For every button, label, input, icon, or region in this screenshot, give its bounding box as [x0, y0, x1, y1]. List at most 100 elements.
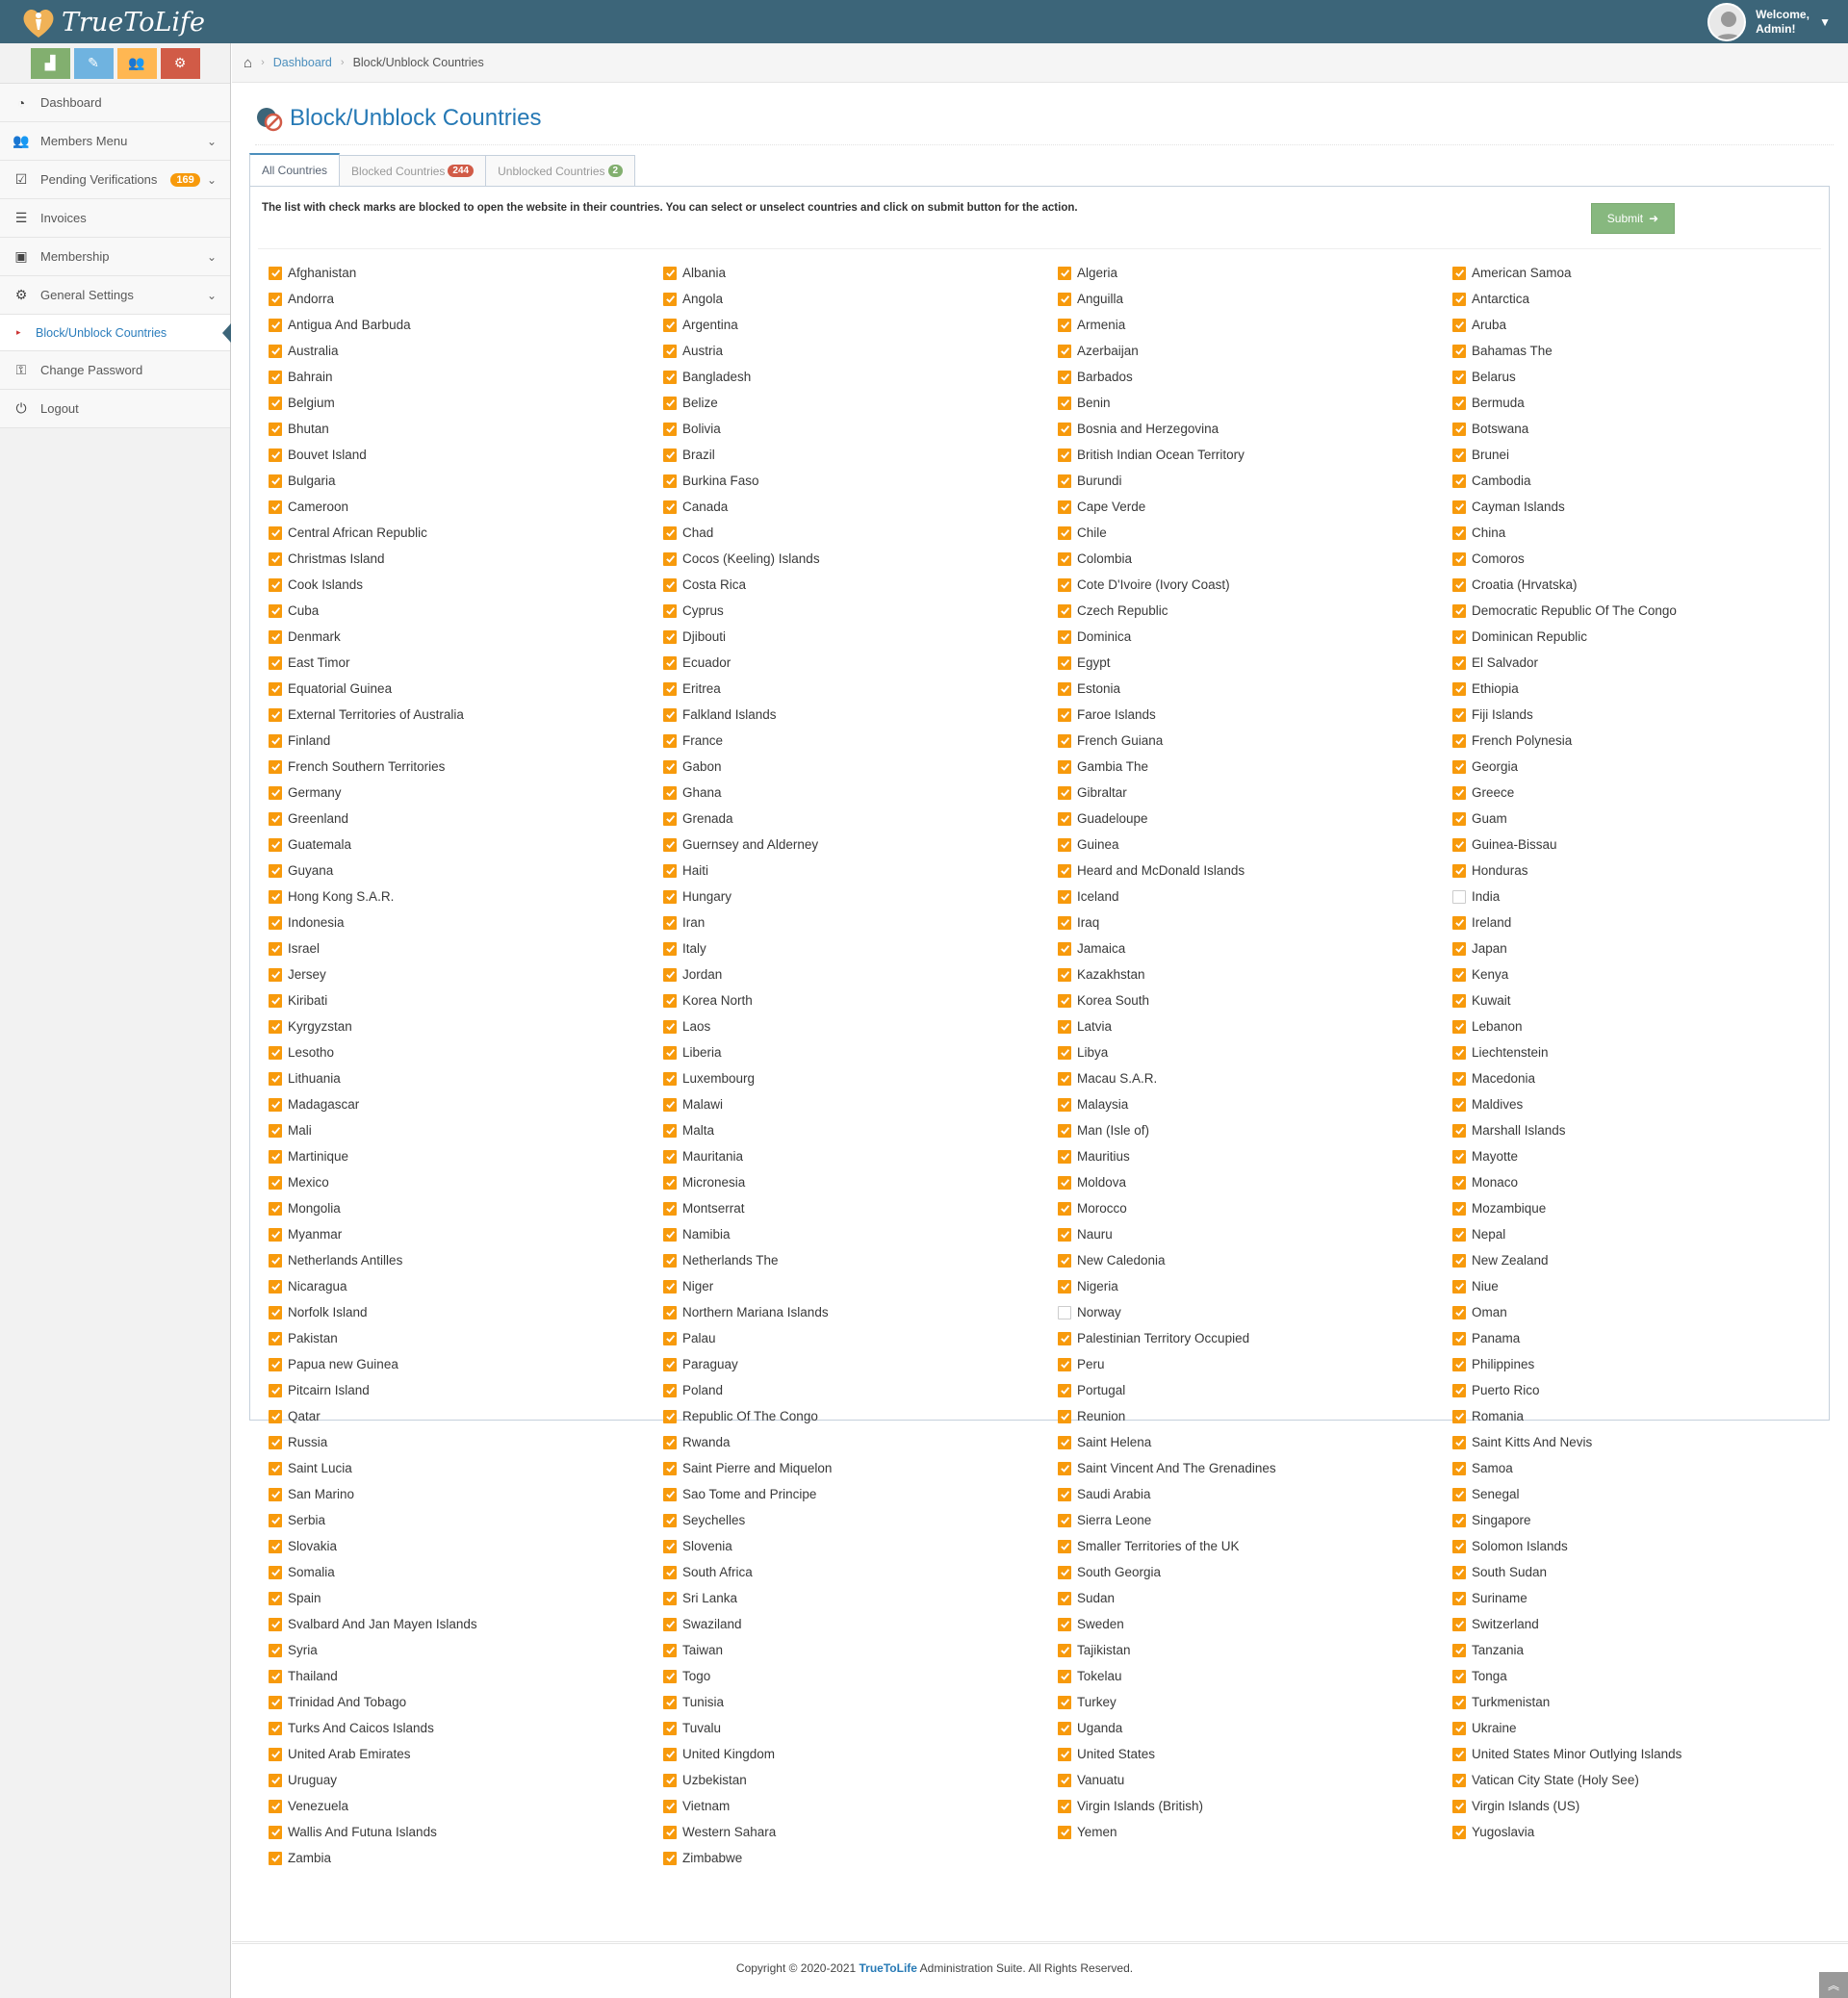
checked-checkbox-icon[interactable]: [1452, 1045, 1466, 1060]
country-checkbox-item[interactable]: Equatorial Guinea: [269, 676, 392, 702]
checked-checkbox-icon[interactable]: [269, 1695, 282, 1709]
country-checkbox-item[interactable]: French Guiana: [1058, 728, 1163, 754]
checked-checkbox-icon[interactable]: [663, 1773, 677, 1787]
country-checkbox-item[interactable]: Gabon: [663, 754, 722, 780]
country-checkbox-item[interactable]: Afghanistan: [269, 260, 356, 286]
checked-checkbox-icon[interactable]: [269, 1175, 282, 1190]
checked-checkbox-icon[interactable]: [1058, 1773, 1071, 1787]
country-checkbox-item[interactable]: Morocco: [1058, 1195, 1127, 1221]
checked-checkbox-icon[interactable]: [663, 1643, 677, 1657]
country-checkbox-item[interactable]: Reunion: [1058, 1403, 1125, 1429]
checked-checkbox-icon[interactable]: [663, 811, 677, 826]
country-checkbox-item[interactable]: Costa Rica: [663, 572, 746, 598]
checked-checkbox-icon[interactable]: [1058, 422, 1071, 436]
checked-checkbox-icon[interactable]: [1058, 629, 1071, 644]
country-checkbox-item[interactable]: United Arab Emirates: [269, 1741, 411, 1767]
country-checkbox-item[interactable]: Indonesia: [269, 909, 345, 935]
country-checkbox-item[interactable]: Greenland: [269, 806, 348, 832]
country-checkbox-item[interactable]: Smaller Territories of the UK: [1058, 1533, 1240, 1559]
checked-checkbox-icon[interactable]: [1452, 1591, 1466, 1605]
country-checkbox-item[interactable]: Lithuania: [269, 1065, 341, 1091]
checked-checkbox-icon[interactable]: [1058, 1747, 1071, 1761]
country-checkbox-item[interactable]: Cameroon: [269, 494, 348, 520]
sidebar-item-dashboard[interactable]: ◔ Dashboard: [0, 84, 230, 122]
sidebar-item-logout[interactable]: ⏻ Logout: [0, 390, 230, 428]
country-checkbox-item[interactable]: Papua new Guinea: [269, 1351, 398, 1377]
country-checkbox-item[interactable]: Hungary: [663, 884, 732, 909]
country-checkbox-item[interactable]: Belarus: [1452, 364, 1516, 390]
home-icon[interactable]: ⌂: [244, 55, 252, 71]
checked-checkbox-icon[interactable]: [269, 1721, 282, 1735]
checked-checkbox-icon[interactable]: [1452, 941, 1466, 956]
checked-checkbox-icon[interactable]: [1058, 1097, 1071, 1112]
checked-checkbox-icon[interactable]: [663, 863, 677, 878]
checked-checkbox-icon[interactable]: [663, 370, 677, 384]
country-checkbox-item[interactable]: Saint Helena: [1058, 1429, 1151, 1455]
checked-checkbox-icon[interactable]: [1452, 1643, 1466, 1657]
checked-checkbox-icon[interactable]: [663, 577, 677, 592]
country-checkbox-item[interactable]: Vietnam: [663, 1793, 730, 1819]
checked-checkbox-icon[interactable]: [1058, 1435, 1071, 1449]
country-checkbox-item[interactable]: Kazakhstan: [1058, 961, 1145, 987]
country-checkbox-item[interactable]: Guinea: [1058, 832, 1119, 858]
country-checkbox-item[interactable]: Tunisia: [663, 1689, 724, 1715]
country-checkbox-item[interactable]: India: [1452, 884, 1500, 909]
country-checkbox-item[interactable]: Moldova: [1058, 1169, 1126, 1195]
country-checkbox-item[interactable]: Samoa: [1452, 1455, 1513, 1481]
checked-checkbox-icon[interactable]: [663, 500, 677, 514]
checked-checkbox-icon[interactable]: [1058, 1253, 1071, 1268]
country-checkbox-item[interactable]: Senegal: [1452, 1481, 1520, 1507]
checked-checkbox-icon[interactable]: [1058, 967, 1071, 982]
country-checkbox-item[interactable]: Guam: [1452, 806, 1507, 832]
country-checkbox-item[interactable]: Tanzania: [1452, 1637, 1524, 1663]
country-checkbox-item[interactable]: Saint Kitts And Nevis: [1452, 1429, 1592, 1455]
country-checkbox-item[interactable]: Libya: [1058, 1039, 1108, 1065]
checked-checkbox-icon[interactable]: [1452, 1799, 1466, 1813]
country-checkbox-item[interactable]: Luxembourg: [663, 1065, 755, 1091]
country-checkbox-item[interactable]: Palau: [663, 1325, 716, 1351]
country-checkbox-item[interactable]: Burundi: [1058, 468, 1122, 494]
country-checkbox-item[interactable]: Lesotho: [269, 1039, 334, 1065]
country-checkbox-item[interactable]: Jamaica: [1058, 935, 1125, 961]
checked-checkbox-icon[interactable]: [269, 1851, 282, 1865]
checked-checkbox-icon[interactable]: [1452, 759, 1466, 774]
country-checkbox-item[interactable]: Guadeloupe: [1058, 806, 1148, 832]
checked-checkbox-icon[interactable]: [1452, 1409, 1466, 1423]
checked-checkbox-icon[interactable]: [663, 1695, 677, 1709]
submit-button[interactable]: Submit ➜: [1591, 203, 1675, 234]
country-checkbox-item[interactable]: Italy: [663, 935, 706, 961]
country-checkbox-item[interactable]: Kuwait: [1452, 987, 1511, 1013]
checked-checkbox-icon[interactable]: [1452, 993, 1466, 1008]
country-checkbox-item[interactable]: Sri Lanka: [663, 1585, 737, 1611]
country-checkbox-item[interactable]: El Salvador: [1452, 650, 1538, 676]
checked-checkbox-icon[interactable]: [1058, 681, 1071, 696]
checked-checkbox-icon[interactable]: [1452, 448, 1466, 462]
checked-checkbox-icon[interactable]: [663, 474, 677, 488]
country-checkbox-item[interactable]: Korea North: [663, 987, 753, 1013]
country-checkbox-item[interactable]: Brazil: [663, 442, 715, 468]
country-checkbox-item[interactable]: Bosnia and Herzegovina: [1058, 416, 1219, 442]
checked-checkbox-icon[interactable]: [663, 1513, 677, 1527]
country-checkbox-item[interactable]: Philippines: [1452, 1351, 1534, 1377]
checked-checkbox-icon[interactable]: [1452, 1513, 1466, 1527]
checked-checkbox-icon[interactable]: [269, 1487, 282, 1501]
country-checkbox-item[interactable]: Iceland: [1058, 884, 1119, 909]
country-checkbox-item[interactable]: Puerto Rico: [1452, 1377, 1540, 1403]
country-checkbox-item[interactable]: Republic Of The Congo: [663, 1403, 818, 1429]
checked-checkbox-icon[interactable]: [1452, 1487, 1466, 1501]
tab-blocked-countries[interactable]: Blocked Countries 244: [339, 155, 487, 186]
sidebar-item-invoices[interactable]: ☰ Invoices: [0, 199, 230, 238]
checked-checkbox-icon[interactable]: [1058, 1045, 1071, 1060]
checked-checkbox-icon[interactable]: [269, 1461, 282, 1475]
country-checkbox-item[interactable]: Serbia: [269, 1507, 325, 1533]
checked-checkbox-icon[interactable]: [1452, 1565, 1466, 1579]
country-checkbox-item[interactable]: Switzerland: [1452, 1611, 1539, 1637]
checked-checkbox-icon[interactable]: [269, 629, 282, 644]
country-checkbox-item[interactable]: Haiti: [663, 858, 708, 884]
checked-checkbox-icon[interactable]: [1058, 1695, 1071, 1709]
checked-checkbox-icon[interactable]: [269, 1435, 282, 1449]
checked-checkbox-icon[interactable]: [1452, 292, 1466, 306]
country-checkbox-item[interactable]: Micronesia: [663, 1169, 745, 1195]
country-checkbox-item[interactable]: Man (Isle of): [1058, 1117, 1149, 1143]
checked-checkbox-icon[interactable]: [1452, 1123, 1466, 1138]
